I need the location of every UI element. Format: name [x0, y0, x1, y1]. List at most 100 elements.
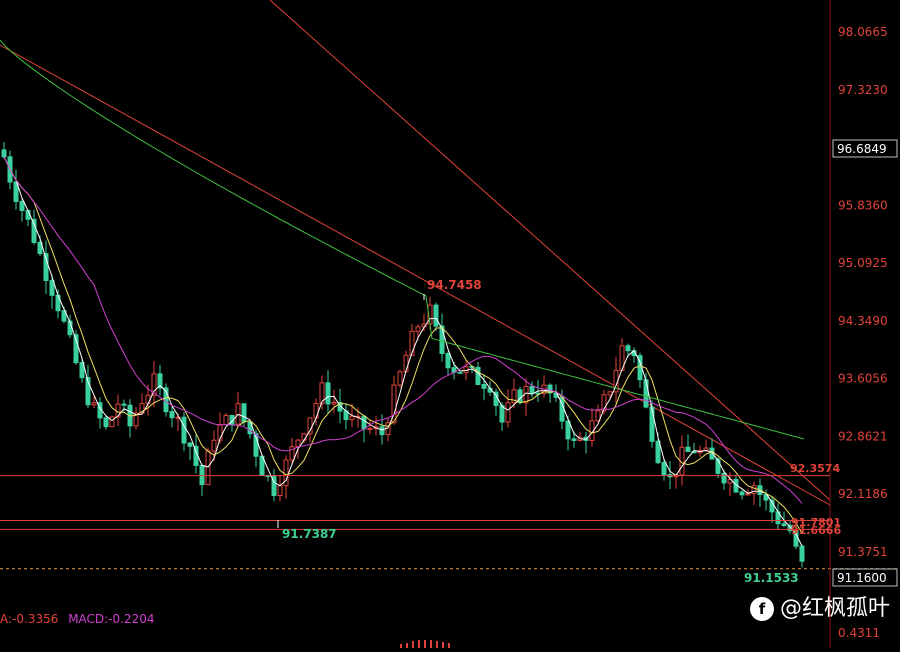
candle	[523, 378, 529, 417]
candle-body	[415, 326, 421, 332]
low-left-label: 91.7387	[282, 527, 337, 541]
weibo-logo-icon: f	[749, 597, 774, 621]
candle-body	[91, 402, 97, 406]
candle-body	[301, 433, 307, 441]
candle	[55, 289, 61, 319]
candle-body	[367, 428, 373, 431]
candle-body	[445, 353, 451, 369]
candle-body	[643, 379, 649, 408]
candle	[709, 438, 715, 460]
candle	[529, 381, 535, 398]
price-chart: 98.0665 97.3230 95.8360 95.0925 94.3490 93.60…	[0, 0, 900, 648]
candle-body	[433, 304, 439, 327]
y-tick-label: 97.3230	[838, 83, 888, 97]
candle	[103, 415, 109, 430]
candle-body	[397, 371, 403, 386]
candle	[343, 404, 349, 430]
candle	[151, 360, 157, 408]
y-tick-label: 94.3490	[838, 314, 888, 328]
y-tick-label: 93.6056	[838, 372, 888, 386]
candle	[799, 544, 805, 568]
candle	[115, 394, 121, 427]
candle-body	[457, 371, 463, 374]
last-price-box-text: 91.1600	[837, 571, 887, 585]
candle-body	[187, 442, 193, 447]
candle-body	[205, 450, 211, 486]
candle	[637, 352, 643, 388]
macd-histogram-bar	[406, 643, 408, 648]
candle	[775, 503, 781, 530]
candle	[673, 474, 679, 489]
candle-body	[361, 415, 367, 430]
candle	[643, 372, 649, 409]
macd-histogram-bar	[442, 642, 444, 648]
macd-legend: A:-0.3356 MACD:-0.2204	[0, 612, 620, 630]
candle	[199, 463, 205, 496]
candle-body	[331, 401, 337, 405]
candle	[541, 375, 547, 398]
candle	[277, 475, 283, 502]
y-tick-label: 95.0925	[838, 256, 888, 270]
candle-body	[739, 491, 745, 496]
y-tick-label: 92.1186	[838, 487, 888, 501]
candle-body	[799, 545, 805, 562]
candle-body	[115, 403, 121, 418]
macd-value: MACD:-0.2204	[68, 612, 155, 626]
candle-body	[109, 416, 115, 428]
y-tick-label: 95.8360	[838, 198, 888, 212]
candle-body	[277, 485, 283, 496]
candle	[421, 313, 427, 332]
y-tick-label: 0.4311	[838, 626, 880, 640]
candle-body	[49, 280, 55, 296]
candle	[613, 356, 619, 404]
candle-body	[19, 201, 25, 212]
candle	[547, 383, 553, 403]
candle	[79, 357, 85, 383]
trendline-long	[0, 44, 831, 506]
candle-body	[1, 149, 7, 158]
candle-body	[241, 403, 247, 423]
candle	[403, 350, 409, 373]
candle-body	[607, 391, 613, 396]
chart-area: 98.0665 97.3230 95.8360 95.0925 94.3490 93.60…	[0, 0, 900, 648]
watermark: f @红枫孤叶	[749, 590, 890, 622]
level-3-label: 91.6666	[791, 524, 841, 537]
candle	[385, 417, 391, 442]
macd-histogram-bar	[430, 640, 432, 648]
macd-histogram-bar	[436, 641, 438, 648]
candle	[85, 364, 91, 409]
candle-body	[505, 402, 511, 423]
current-price-box-text: 96.6849	[837, 142, 887, 156]
candle	[163, 383, 169, 417]
macd-a-value: A:-0.3356	[0, 612, 59, 626]
candle-body	[499, 404, 505, 423]
high-label: 94.7458	[427, 278, 482, 292]
candle-body	[649, 406, 655, 442]
candle-body	[721, 472, 727, 484]
y-tick-label: 92.8621	[838, 429, 888, 443]
candle	[325, 370, 331, 414]
candle-body	[481, 383, 487, 389]
candle	[223, 413, 229, 426]
candle-body	[379, 426, 385, 436]
candle	[757, 478, 763, 507]
candle-body	[25, 210, 31, 220]
candle	[601, 390, 607, 415]
candle-body	[349, 415, 355, 421]
candle	[211, 430, 217, 461]
candle	[133, 406, 139, 430]
candle	[565, 415, 571, 451]
candle-body	[199, 464, 205, 486]
candle-body	[211, 439, 217, 452]
candle	[445, 351, 451, 375]
candle-body	[295, 439, 301, 448]
candle-body	[529, 385, 535, 394]
candle	[433, 302, 439, 331]
candle	[751, 481, 757, 505]
candle-body	[655, 440, 661, 464]
candle	[739, 489, 745, 500]
ma5-line	[3, 156, 803, 547]
macd-histogram-bar	[412, 641, 414, 648]
candle	[631, 347, 637, 363]
candle	[367, 419, 373, 435]
